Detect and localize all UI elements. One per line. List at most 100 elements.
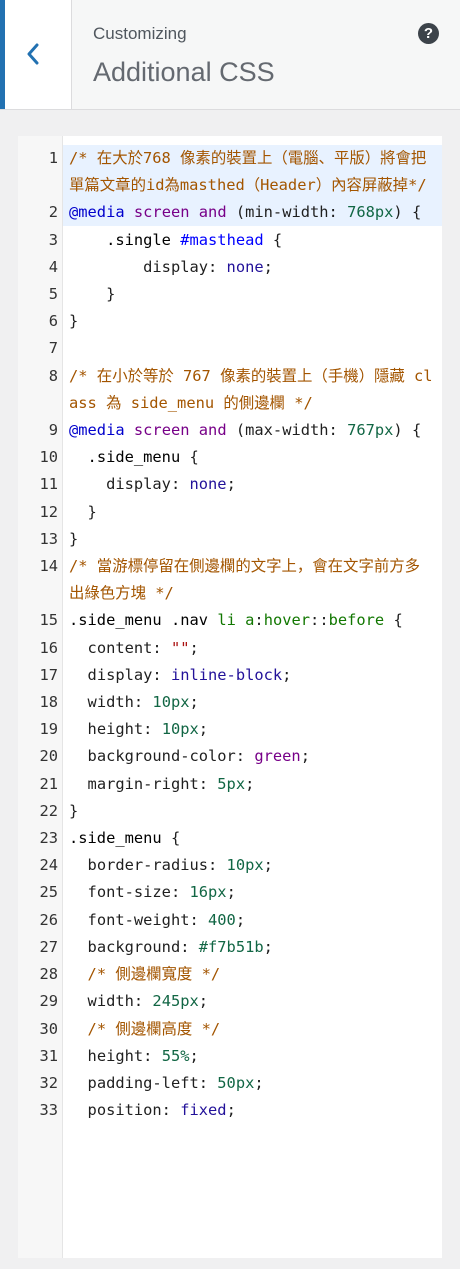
code-line[interactable]: 27 background: #f7b51b; — [18, 934, 442, 961]
code-line[interactable]: 21 margin-right: 5px; — [18, 771, 442, 798]
code-text[interactable]: } — [69, 798, 435, 825]
code-line[interactable]: 8 /* 在小於等於 767 像素的裝置上（手機）隱藏 class 為 side_… — [18, 363, 442, 417]
code-text[interactable]: content: ""; — [69, 635, 435, 662]
code-text[interactable]: .side_menu .nav li a:hover::before { — [69, 607, 435, 634]
help-icon[interactable]: ? — [418, 23, 439, 44]
code-token: height: — [69, 720, 162, 739]
code-token: (max-width: — [226, 421, 348, 440]
code-line[interactable]: 19 height: 10px; — [18, 716, 442, 743]
code-text[interactable]: height: 10px; — [69, 716, 435, 743]
code-token: border-radius: — [69, 856, 227, 875]
line-number: 16 — [39, 638, 58, 657]
code-line[interactable]: 20 background-color: green; — [18, 743, 442, 770]
code-token: height: — [69, 1046, 162, 1065]
css-code-editor[interactable]: 1 /* 在大於768 像素的裝置上（電腦、平版）將會把單篇文章的id為masth… — [18, 136, 442, 1258]
code-line[interactable]: 32 padding-left: 50px; — [18, 1070, 442, 1097]
code-text[interactable]: /* 在大於768 像素的裝置上（電腦、平版）將會把單篇文章的id為masthe… — [69, 145, 435, 199]
code-token: /* 當游標停留在側邊欄的文字上，會在文字前方多出綠色方塊 */ — [69, 557, 421, 603]
code-line[interactable]: 15 .side_menu .nav li a:hover::before { — [18, 607, 442, 634]
code-text[interactable]: } — [69, 281, 435, 308]
code-token: li — [217, 611, 236, 630]
code-token: /* 在大於768 像素的裝置上（電腦、平版）將會把單篇文章的id為masthe… — [69, 149, 427, 195]
code-line[interactable]: 23 .side_menu { — [18, 825, 442, 852]
code-text[interactable]: border-radius: 10px; — [69, 852, 435, 879]
code-line[interactable]: 29 width: 245px; — [18, 988, 442, 1015]
code-token: and — [198, 421, 227, 440]
code-text[interactable]: background: #f7b51b; — [69, 934, 435, 961]
code-line[interactable]: 10 .side_menu { — [18, 444, 442, 471]
code-text[interactable]: } — [69, 308, 435, 335]
code-text[interactable]: } — [69, 499, 435, 526]
code-line[interactable]: 14 /* 當游標停留在側邊欄的文字上，會在文字前方多出綠色方塊 */ — [18, 553, 442, 607]
code-token: none — [189, 475, 227, 494]
code-line[interactable]: 25 font-size: 16px; — [18, 879, 442, 906]
code-text[interactable]: position: fixed; — [69, 1097, 435, 1124]
code-text[interactable]: font-size: 16px; — [69, 879, 435, 906]
code-text[interactable]: display: none; — [69, 471, 435, 498]
code-token: 10px — [161, 720, 199, 739]
code-line[interactable]: 12 } — [18, 499, 442, 526]
code-token: ; — [226, 1101, 236, 1120]
back-button[interactable] — [0, 0, 72, 109]
code-line[interactable]: 18 width: 10px; — [18, 689, 442, 716]
code-text[interactable]: display: none; — [69, 254, 435, 281]
line-number: 24 — [39, 856, 58, 875]
code-text[interactable]: @media screen and (min-width: 768px) { — [69, 199, 435, 226]
code-token: and — [198, 203, 227, 222]
code-text[interactable]: padding-left: 50px; — [69, 1070, 435, 1097]
code-line[interactable]: 11 display: none; — [18, 471, 442, 498]
code-token: :: — [310, 611, 329, 630]
code-text[interactable]: background-color: green; — [69, 743, 435, 770]
code-text[interactable]: .side_menu { — [69, 825, 435, 852]
code-line[interactable]: 22} — [18, 798, 442, 825]
code-token: "" — [170, 638, 190, 657]
code-token: { — [180, 448, 199, 467]
code-line[interactable]: 13} — [18, 526, 442, 553]
code-text[interactable]: .side_menu { — [69, 444, 435, 471]
code-text[interactable]: } — [69, 526, 435, 553]
code-line[interactable]: 9 @media screen and (max-width: 767px) { — [18, 417, 442, 444]
code-line[interactable]: 7 — [18, 335, 442, 362]
code-text[interactable]: width: 10px; — [69, 689, 435, 716]
code-token: } — [69, 285, 116, 304]
line-number: 25 — [39, 883, 58, 902]
line-number: 19 — [39, 720, 58, 739]
code-line[interactable]: 6} — [18, 308, 442, 335]
code-token: ; — [263, 257, 273, 276]
code-line[interactable]: 16 content: ""; — [18, 635, 442, 662]
code-token: width: — [69, 992, 153, 1011]
code-line[interactable]: 33 position: fixed; — [18, 1097, 442, 1124]
code-line[interactable]: 26 font-weight: 400; — [18, 907, 442, 934]
code-text[interactable]: /* 側邊欄寬度 */ — [69, 961, 435, 988]
code-text[interactable]: height: 55%; — [69, 1043, 435, 1070]
code-line[interactable]: 24 border-radius: 10px; — [18, 852, 442, 879]
code-line[interactable]: 5 } — [18, 281, 442, 308]
code-text[interactable]: @media screen and (max-width: 767px) { — [69, 417, 435, 444]
code-line[interactable]: 4 display: none; — [18, 254, 442, 281]
code-text[interactable]: /* 在小於等於 767 像素的裝置上（手機）隱藏 class 為 side_m… — [69, 363, 435, 417]
code-line[interactable]: 1 /* 在大於768 像素的裝置上（電腦、平版）將會把單篇文章的id為masth… — [18, 145, 442, 199]
code-line[interactable]: 30 /* 側邊欄高度 */ — [18, 1016, 442, 1043]
code-text[interactable]: .single #masthead { — [69, 227, 435, 254]
code-line[interactable]: 17 display: inline-block; — [18, 662, 442, 689]
code-line[interactable]: 3 .single #masthead { — [18, 227, 442, 254]
line-number: 17 — [39, 665, 58, 684]
code-line[interactable]: 2 @media screen and (min-width: 768px) { — [18, 199, 442, 226]
code-text[interactable] — [69, 335, 435, 362]
line-number: 33 — [39, 1101, 58, 1120]
code-token: ; — [235, 910, 246, 929]
code-text[interactable]: width: 245px; — [69, 988, 435, 1015]
code-lines[interactable]: 1 /* 在大於768 像素的裝置上（電腦、平版）將會把單篇文章的id為masth… — [18, 145, 442, 1124]
code-line[interactable]: 28 /* 側邊欄寬度 */ — [18, 961, 442, 988]
code-text[interactable]: /* 側邊欄高度 */ — [69, 1016, 435, 1043]
code-text[interactable]: display: inline-block; — [69, 662, 435, 689]
code-text[interactable]: margin-right: 5px; — [69, 771, 435, 798]
code-token: 5px — [217, 774, 246, 793]
code-text[interactable]: /* 當游標停留在側邊欄的文字上，會在文字前方多出綠色方塊 */ — [69, 553, 435, 607]
code-token: : — [254, 611, 264, 630]
code-text[interactable]: font-weight: 400; — [69, 907, 435, 934]
code-line[interactable]: 31 height: 55%; — [18, 1043, 442, 1070]
code-token: hover — [263, 611, 311, 630]
